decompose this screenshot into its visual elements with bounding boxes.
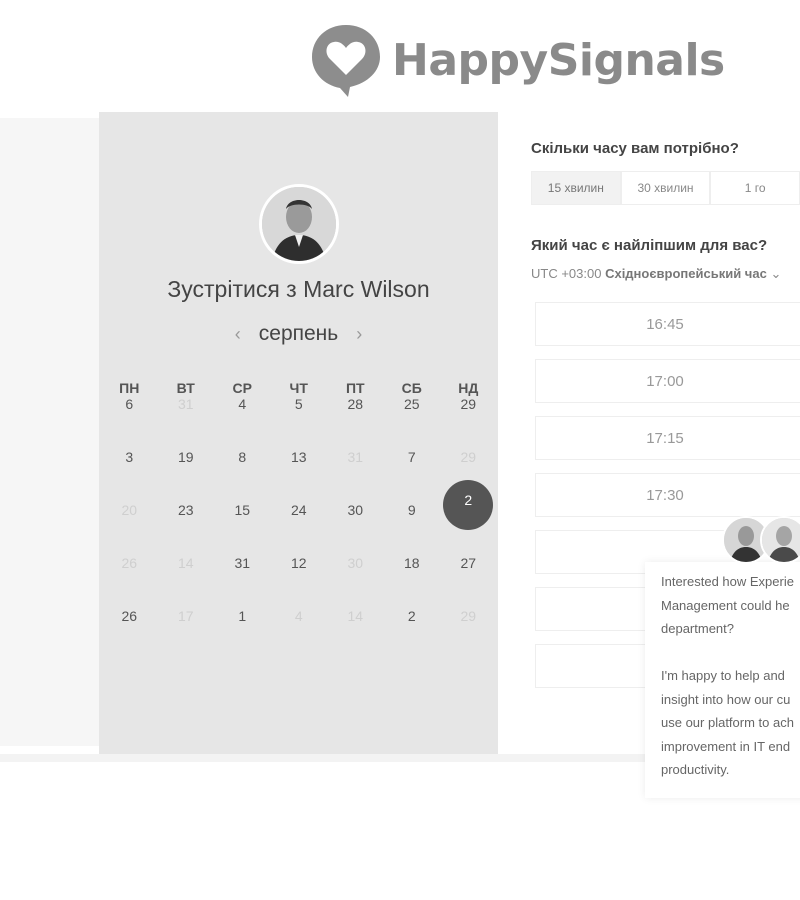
calendar-day[interactable]: 13 bbox=[271, 449, 328, 502]
calendar-day: 31 bbox=[347, 449, 364, 465]
calendar-day: 26 bbox=[121, 555, 138, 571]
month-navigation: ‹ серпень › bbox=[99, 322, 498, 346]
chat-line: Interested how Experie bbox=[661, 574, 794, 589]
timezone-name: Східноєвропейський час bbox=[605, 266, 767, 281]
calendar-week-row: 20 23 15 24 30 9 2 bbox=[99, 480, 498, 555]
booking-panel: Скільки часу вам потрібно? 15 хвилин 30 … bbox=[531, 140, 800, 282]
weekday-label: ЧТ bbox=[289, 380, 308, 396]
calendar-day[interactable]: 4 bbox=[214, 396, 271, 449]
calendar-panel: Зустрітися з Marc Wilson ‹ серпень › ПН В… bbox=[99, 112, 498, 754]
calendar-day[interactable]: 23 bbox=[158, 502, 215, 555]
time-slot[interactable]: 17:15 bbox=[535, 416, 800, 460]
weekday-header-row: ПН ВТ СР ЧТ ПТ СБ НД bbox=[99, 380, 498, 396]
time-slot[interactable]: 17:00 bbox=[535, 359, 800, 403]
brand-logo: HappySignals bbox=[308, 20, 725, 100]
calendar-day[interactable]: 12 bbox=[271, 555, 328, 608]
calendar-day: 4 bbox=[294, 608, 303, 624]
calendar-day[interactable]: 2 bbox=[384, 608, 441, 661]
time-question: Який час є найліпшим для вас? bbox=[531, 237, 768, 254]
calendar-weeks: 6 31 4 5 28 25 29 3 19 8 13 31 7 29 20 23 15 24 30 9 2 26 14 31… bbox=[99, 396, 498, 661]
chat-agent-avatar bbox=[760, 516, 800, 564]
chat-line: productivity. bbox=[661, 762, 730, 777]
calendar-day: 17 bbox=[177, 608, 194, 624]
chat-popup[interactable]: Interested how Experie Management could … bbox=[645, 562, 800, 798]
chat-line: Management could he bbox=[661, 597, 790, 613]
weekday-label: СР bbox=[232, 380, 252, 396]
chat-line: I'm happy to help and bbox=[661, 668, 785, 683]
chat-avatars[interactable] bbox=[722, 516, 800, 564]
calendar-day: 14 bbox=[177, 555, 194, 571]
calendar-week-row: 26 17 1 4 14 2 29 bbox=[99, 608, 498, 661]
duration-option[interactable]: 15 хвилин bbox=[531, 171, 621, 205]
brand-name: HappySignals bbox=[392, 34, 725, 86]
calendar-day[interactable]: 3 bbox=[101, 449, 158, 502]
weekday-label: НД bbox=[458, 380, 479, 396]
calendar-week-row: 26 14 31 12 30 18 27 bbox=[99, 555, 498, 608]
chat-line: insight into how our cu bbox=[661, 691, 791, 707]
weekday-label: ПТ bbox=[345, 380, 365, 396]
calendar-day[interactable]: 19 bbox=[158, 449, 215, 502]
calendar-day[interactable]: 1 bbox=[214, 608, 271, 661]
chat-line: use our platform to ach bbox=[661, 715, 794, 730]
calendar-day-number: 2 bbox=[464, 492, 473, 508]
time-slot[interactable]: 16:45 bbox=[535, 302, 800, 346]
weekday-label: СБ bbox=[401, 380, 422, 396]
calendar-day[interactable]: 18 bbox=[384, 555, 441, 608]
chevron-right-icon[interactable]: › bbox=[356, 324, 362, 345]
calendar-day[interactable]: 7 bbox=[384, 449, 441, 502]
calendar-day: 20 bbox=[121, 502, 138, 518]
calendar-day[interactable]: 28 bbox=[327, 396, 384, 449]
host-title: Зустрітися з Marc Wilson bbox=[167, 276, 430, 302]
calendar-day: 31 bbox=[177, 396, 194, 412]
heart-chat-logo-icon bbox=[308, 21, 384, 99]
calendar-day[interactable]: 26 bbox=[101, 608, 158, 661]
calendar-day: 14 bbox=[347, 608, 364, 624]
duration-option[interactable]: 30 хвилин bbox=[620, 171, 711, 205]
calendar-day-selected[interactable]: 2 bbox=[440, 480, 497, 555]
calendar-day[interactable]: 29 bbox=[440, 396, 497, 449]
calendar-day[interactable]: 24 bbox=[271, 502, 328, 555]
calendar-day: 30 bbox=[347, 555, 364, 571]
timezone-select[interactable]: UTC +03:00 Східноєвропейський час ⌄ bbox=[531, 266, 800, 282]
month-label: серпень bbox=[258, 322, 339, 345]
timezone-offset: UTC +03:00 bbox=[531, 266, 602, 281]
calendar-day[interactable]: 25 bbox=[384, 396, 441, 449]
chevron-down-icon: ⌄ bbox=[770, 266, 782, 281]
host-avatar bbox=[259, 184, 339, 264]
calendar-day[interactable]: 27 bbox=[440, 555, 497, 608]
calendar-day[interactable]: 5 bbox=[271, 396, 328, 449]
weekday-label: ВТ bbox=[176, 380, 195, 396]
calendar-day: 29 bbox=[460, 608, 477, 624]
calendar-day[interactable]: 8 bbox=[214, 449, 271, 502]
chat-line: department? bbox=[661, 621, 734, 636]
duration-option[interactable]: 1 го bbox=[710, 171, 800, 205]
calendar-day[interactable]: 31 bbox=[214, 555, 271, 608]
calendar-day[interactable]: 6 bbox=[101, 396, 158, 449]
duration-options: 15 хвилин 30 хвилин 1 го bbox=[531, 171, 800, 205]
calendar-week-row: 6 31 4 5 28 25 29 bbox=[99, 396, 498, 449]
calendar-day[interactable]: 30 bbox=[327, 502, 384, 555]
chat-line: improvement in IT end bbox=[661, 738, 791, 754]
calendar-grid: ПН ВТ СР ЧТ ПТ СБ НД 6 31 4 5 28 25 29 3 19 8 13 31 7 29 20 2… bbox=[99, 380, 498, 661]
chat-line bbox=[661, 641, 800, 665]
calendar-day[interactable]: 9 bbox=[384, 502, 441, 555]
calendar-week-row: 3 19 8 13 31 7 29 bbox=[99, 449, 498, 502]
weekday-label: ПН bbox=[119, 380, 140, 396]
chevron-left-icon[interactable]: ‹ bbox=[235, 324, 241, 345]
duration-question: Скільки часу вам потрібно? bbox=[531, 140, 739, 157]
calendar-day[interactable]: 15 bbox=[214, 502, 271, 555]
left-background-strip bbox=[0, 118, 100, 746]
time-slot[interactable]: 17:30 bbox=[535, 473, 800, 517]
